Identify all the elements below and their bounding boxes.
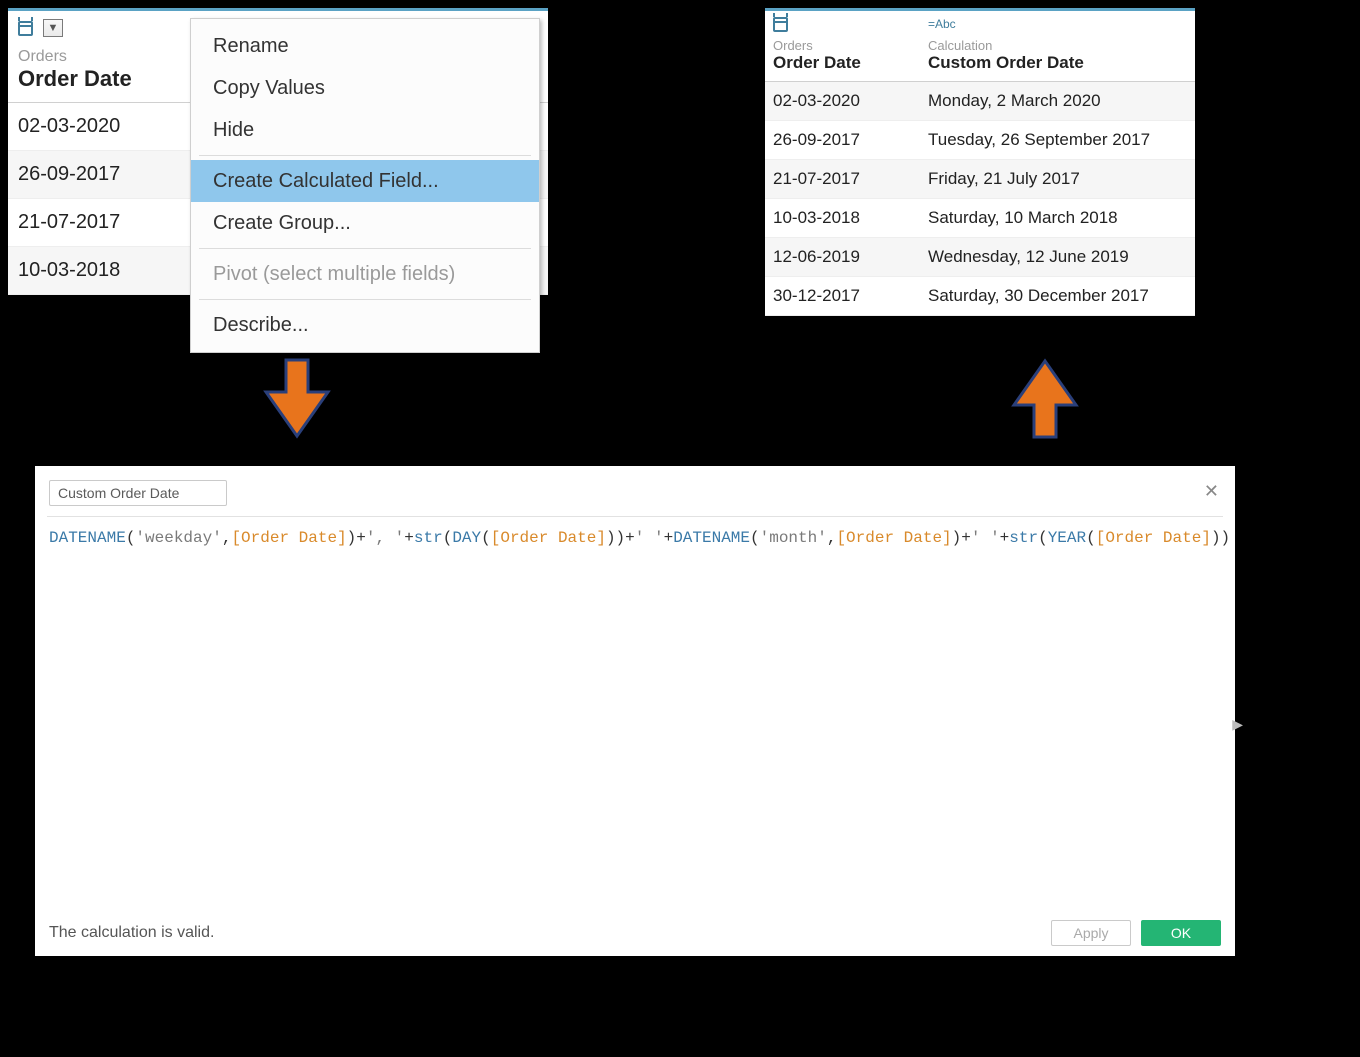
cell[interactable]: Saturday, 10 March 2018 [920,198,1195,237]
ok-button[interactable]: OK [1141,920,1221,946]
cell[interactable]: 21-07-2017 [765,159,920,198]
calculated-field-editor: ✕ DATENAME('weekday',[Order Date])+', '+… [35,466,1235,956]
apply-button[interactable]: Apply [1051,920,1131,946]
cell[interactable]: Friday, 21 July 2017 [920,159,1195,198]
close-icon[interactable]: ✕ [1204,482,1219,500]
field-context-menu: Rename Copy Values Hide Create Calculate… [190,18,540,353]
date-type-icon [773,17,788,32]
menu-rename[interactable]: Rename [191,25,539,67]
menu-create-calculated-field[interactable]: Create Calculated Field... [191,160,539,202]
arrow-down-icon [262,356,332,441]
cell[interactable]: Tuesday, 26 September 2017 [920,120,1195,159]
cell[interactable]: 30-12-2017 [765,276,920,315]
date-type-icon [18,21,33,36]
column-source: Orders [8,46,198,66]
cell[interactable]: 02-03-2020 [8,102,198,150]
cell[interactable]: 02-03-2020 [765,81,920,120]
column-field-name[interactable]: Order Date [765,53,920,82]
cell[interactable]: 26-09-2017 [765,120,920,159]
cell[interactable]: 21-07-2017 [8,198,198,246]
data-grid-left: ▼ =Abc Orders Order Date 02-03-2020 26-0… [8,8,548,295]
column-source: Orders [765,38,920,53]
cell[interactable]: Monday, 2 March 2020 [920,81,1195,120]
cell[interactable]: 12-06-2019 [765,237,920,276]
menu-pivot: Pivot (select multiple fields) [191,253,539,295]
menu-copy-values[interactable]: Copy Values [191,67,539,109]
cell[interactable]: 10-03-2018 [765,198,920,237]
column-field-name[interactable]: Custom Order Date [920,53,1195,82]
menu-describe[interactable]: Describe... [191,304,539,346]
cell[interactable]: Wednesday, 12 June 2019 [920,237,1195,276]
calc-type-icon: =Abc [928,17,956,31]
cell[interactable]: 10-03-2018 [8,246,198,294]
data-grid-right: =Abc Orders Calculation Order Date Custo… [765,8,1195,316]
cell[interactable]: 26-09-2017 [8,150,198,198]
calc-name-input[interactable] [49,480,227,506]
expand-handle-icon[interactable]: ▶ [1232,716,1243,733]
cell[interactable]: Saturday, 30 December 2017 [920,276,1195,315]
formula-editor[interactable]: DATENAME('weekday',[Order Date])+', '+st… [35,517,1235,559]
calc-status: The calculation is valid. [49,924,1041,942]
column-source: Calculation [920,38,1195,53]
menu-create-group[interactable]: Create Group... [191,202,539,244]
arrow-up-icon [1010,356,1080,441]
column-field-name[interactable]: Order Date [8,66,198,103]
menu-hide[interactable]: Hide [191,109,539,151]
field-menu-button[interactable]: ▼ [43,19,63,37]
